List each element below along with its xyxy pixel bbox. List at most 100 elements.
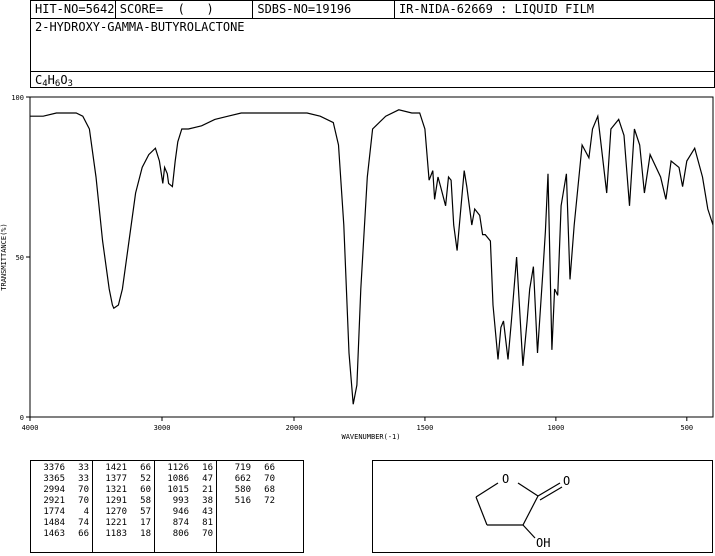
peak-wavenumber: 719 [234,463,251,473]
peak-transmittance: 47 [202,474,213,484]
peak-wavenumber: 874 [172,518,189,528]
peak-wavenumber: 1484 [43,518,65,528]
atom-hydroxyl: OH [536,536,550,550]
peak-row: 662 70 [221,474,275,485]
peak-transmittance: 66 [140,463,151,473]
peak-transmittance: 66 [78,529,89,539]
peak-wavenumber: 1183 [105,529,127,539]
bond-o-c5 [517,482,539,497]
peak-transmittance: 60 [140,485,151,495]
peak-row: 1484 74 [35,518,89,529]
x-tick-label: 3000 [154,424,171,432]
peak-transmittance: 33 [78,474,89,484]
peak-transmittance: 66 [264,463,275,473]
peak-wavenumber: 516 [234,496,251,506]
peak-row: 1377 52 [97,474,151,485]
peak-row: 1421 66 [97,463,151,474]
peak-row: 1183 18 [97,529,151,540]
peak-row: 580 68 [221,485,275,496]
structure-box: O O OH [372,460,713,553]
peak-transmittance: 16 [202,463,213,473]
x-tick-label: 1500 [417,424,434,432]
peak-table-column: 3376 33 3365 33 2994 70 2921 70 1774 4 1484 74 1463 6… [31,461,93,552]
plot-frame [29,96,714,418]
peak-wavenumber: 580 [234,485,251,495]
peak-transmittance: 21 [202,485,213,495]
peak-wavenumber: 946 [172,507,189,517]
peak-wavenumber: 1126 [167,463,189,473]
y-tick-label: 50 [16,254,24,262]
peak-wavenumber: 2921 [43,496,65,506]
peak-row: 2994 70 [35,485,89,496]
peak-row: 1015 21 [159,485,213,496]
peak-transmittance: 17 [140,518,151,528]
peak-row: 1126 16 [159,463,213,474]
peak-row: 806 70 [159,529,213,540]
peak-wavenumber: 1377 [105,474,127,484]
peak-wavenumber: 1321 [105,485,127,495]
peak-row: 1270 57 [97,507,151,518]
peak-transmittance: 68 [264,485,275,495]
peak-transmittance: 70 [78,485,89,495]
peak-wavenumber: 2994 [43,485,65,495]
peak-wavenumber: 662 [234,474,251,484]
peak-transmittance: 18 [140,529,151,539]
peak-row: 874 81 [159,518,213,529]
peak-wavenumber: 1291 [105,496,127,506]
peak-wavenumber: 1221 [105,518,127,528]
peak-wavenumber: 806 [172,529,189,539]
peak-transmittance: 72 [264,496,275,506]
peak-transmittance: 52 [140,474,151,484]
peak-transmittance: 57 [140,507,151,517]
ir-spectrum-chart: 4000 3000 2000 1500 1000 500 0 50 100 WAVENUMBE… [0,94,714,441]
molecular-structure: O O OH [475,472,570,550]
x-tick-label: 2000 [286,424,303,432]
peak-table: 3376 33 3365 33 2994 70 2921 70 1774 4 1484 74 1463 6… [30,460,304,553]
peak-row: 1321 60 [97,485,151,496]
peak-transmittance: 43 [202,507,213,517]
atom-ring-oxygen: O [502,472,509,486]
peak-row: 946 43 [159,507,213,518]
peak-transmittance: 74 [78,518,89,528]
peak-wavenumber: 993 [172,496,189,506]
peak-transmittance: 33 [78,463,89,473]
x-tick-label: 500 [680,424,693,432]
x-tick-label: 4000 [22,424,39,432]
x-tick-label: 1000 [547,424,564,432]
peak-wavenumber: 1270 [105,507,127,517]
peak-table-column: 719 66 662 70 580 68 516 72 [217,461,278,552]
y-tick-label: 0 [20,414,24,422]
peak-row: 1291 58 [97,496,151,507]
bond-c5-c4 [475,496,488,526]
peak-table-column: 1421 66 1377 52 1321 60 1291 58 1270 57 1221 17 1183… [93,461,155,552]
peak-table-column: 1126 16 1086 47 1015 21 993 38 946 43 874 81 806 70 [155,461,217,552]
peak-wavenumber: 1774 [43,507,65,517]
peak-wavenumber: 3376 [43,463,65,473]
peak-wavenumber: 1421 [105,463,127,473]
y-tick-label: 100 [11,94,24,102]
peak-transmittance: 58 [140,496,151,506]
peak-row: 719 66 [221,463,275,474]
peak-row: 1086 47 [159,474,213,485]
peak-transmittance: 81 [202,518,213,528]
peak-wavenumber: 1086 [167,474,189,484]
peak-row: 1221 17 [97,518,151,529]
peak-transmittance: 70 [202,529,213,539]
x-axis-ticks: 4000 3000 2000 1500 1000 500 [22,417,693,432]
peak-row: 3365 33 [35,474,89,485]
peak-row: 516 72 [221,496,275,507]
peak-row: 3376 33 [35,463,89,474]
peak-wavenumber: 1463 [43,529,65,539]
bond-c3-oh [522,524,536,539]
y-axis-ticks: 0 50 100 [11,94,30,422]
y-axis-label: TRANSMITTANCE(%) [0,223,8,290]
x-axis-label: WAVENUMBER(-1) [341,433,400,441]
peak-transmittance: 38 [202,496,213,506]
peak-row: 2921 70 [35,496,89,507]
peak-transmittance: 70 [78,496,89,506]
peak-transmittance: 70 [264,474,275,484]
peak-row: 1774 4 [35,507,89,518]
peak-wavenumber: 1015 [167,485,189,495]
peak-row: 993 38 [159,496,213,507]
peak-transmittance: 4 [83,507,89,517]
